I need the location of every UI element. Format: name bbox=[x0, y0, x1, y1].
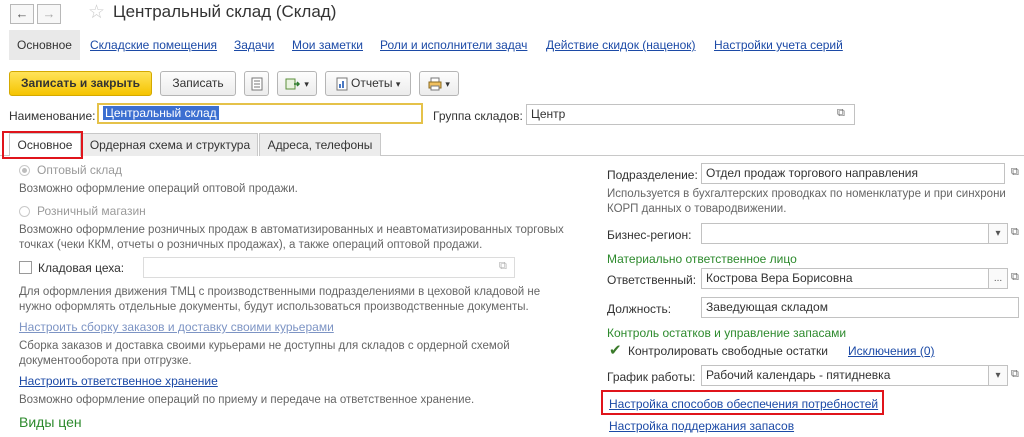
division-value: Отдел продаж торгового направления bbox=[706, 166, 918, 180]
open-icon[interactable]: ⧉ bbox=[1011, 271, 1019, 284]
tab-addresses[interactable]: Адреса, телефоны bbox=[259, 133, 381, 156]
checkmark-icon[interactable]: ✔ bbox=[609, 341, 622, 359]
chevron-down-icon: ▾ bbox=[304, 79, 309, 89]
courier-hint-2: документооборота при отгрузке. bbox=[19, 355, 192, 367]
courier-hint-1: Сборка заказов и доставка своими курьера… bbox=[19, 340, 510, 352]
price-types-title: Виды цен bbox=[19, 414, 82, 430]
shop-store-hint-1: Для оформления движения ТМЦ с производст… bbox=[19, 286, 541, 298]
forward-arrow-icon: → bbox=[42, 6, 56, 21]
stock-support-link[interactable]: Настройка поддержания запасов bbox=[609, 419, 794, 433]
wholesale-radio[interactable] bbox=[19, 165, 30, 176]
mol-title: Материально ответственное лицо bbox=[607, 252, 797, 266]
save-button[interactable]: Записать bbox=[160, 71, 236, 96]
group-value: Центр bbox=[531, 107, 566, 121]
tab-storage-rooms[interactable]: Складские помещения bbox=[90, 38, 217, 52]
open-icon[interactable]: ⧉ bbox=[499, 260, 507, 273]
custody-settings-link[interactable]: Настроить ответственное хранение bbox=[19, 374, 218, 388]
responsible-select-button[interactable]: ... bbox=[988, 268, 1008, 289]
position-field[interactable]: Заведующая складом bbox=[701, 297, 1019, 318]
retail-hint-2: точках (чеки ККМ, отчеты о розничных про… bbox=[19, 239, 483, 251]
responsible-value: Кострова Вера Борисовна bbox=[706, 271, 853, 285]
responsible-field[interactable]: Кострова Вера Борисовна bbox=[701, 268, 989, 289]
region-field[interactable] bbox=[701, 223, 989, 244]
stock-control-title: Контроль остатков и управление запасами bbox=[607, 326, 847, 340]
reports-button[interactable]: Отчеты ▾ bbox=[325, 71, 411, 96]
tab-discounts[interactable]: Действие скидок (наценок) bbox=[546, 38, 696, 52]
tabs-baseline bbox=[381, 155, 1024, 156]
schedule-value: Рабочий календарь - пятидневка bbox=[706, 368, 891, 382]
create-based-on-button[interactable]: ▾ bbox=[277, 71, 317, 96]
tab-serial-settings[interactable]: Настройки учета серий bbox=[714, 38, 843, 52]
schedule-dropdown-button[interactable]: ▾ bbox=[988, 365, 1008, 386]
chevron-down-icon: ▾ bbox=[395, 79, 401, 89]
tab-main[interactable]: Основное bbox=[9, 30, 80, 60]
tab-tasks[interactable]: Задачи bbox=[234, 38, 274, 52]
open-icon[interactable]: ⧉ bbox=[1011, 226, 1019, 239]
create-based-on-icon bbox=[285, 78, 301, 90]
shop-store-label: Кладовая цеха: bbox=[38, 261, 125, 275]
page-title: Центральный склад (Склад) bbox=[113, 2, 337, 21]
back-button[interactable]: ← bbox=[10, 4, 34, 24]
save-and-close-button[interactable]: Записать и закрыть bbox=[9, 71, 152, 96]
wholesale-hint: Возможно оформление операций оптовой про… bbox=[19, 183, 298, 195]
region-dropdown-button[interactable]: ▾ bbox=[988, 223, 1008, 244]
courier-settings-link[interactable]: Настроить сборку заказов и доставку свои… bbox=[19, 320, 334, 334]
print-icon bbox=[428, 77, 442, 91]
back-arrow-icon: ← bbox=[15, 6, 29, 21]
print-button[interactable]: ▾ bbox=[419, 71, 459, 96]
name-label: Наименование: bbox=[9, 109, 96, 123]
schedule-label: График работы: bbox=[607, 370, 696, 384]
division-field[interactable]: Отдел продаж торгового направления bbox=[701, 163, 1005, 184]
shop-store-checkbox[interactable] bbox=[19, 261, 32, 274]
exceptions-link[interactable]: Исключения (0) bbox=[848, 344, 935, 358]
dots-icon: ... bbox=[993, 273, 1003, 284]
shop-store-hint-2: нужно оформлять отдельные документы, буд… bbox=[19, 301, 529, 313]
shop-store-field[interactable] bbox=[143, 257, 515, 278]
group-label: Группа складов: bbox=[433, 109, 523, 123]
position-value: Заведующая складом bbox=[706, 300, 828, 314]
list-icon bbox=[251, 77, 262, 91]
report-icon bbox=[336, 77, 348, 91]
position-label: Должность: bbox=[607, 302, 672, 316]
custody-hint: Возможно оформление операций по приему и… bbox=[19, 394, 475, 406]
tab-my-notes[interactable]: Мои заметки bbox=[292, 38, 363, 52]
tab-roles[interactable]: Роли и исполнители задач bbox=[380, 38, 527, 52]
document-list-button[interactable] bbox=[244, 71, 269, 96]
reports-label: Отчеты bbox=[350, 76, 393, 90]
open-icon[interactable]: ⧉ bbox=[837, 107, 845, 120]
name-field[interactable]: Центральный склад bbox=[97, 103, 423, 124]
group-field[interactable]: Центр bbox=[526, 104, 855, 125]
forward-button[interactable]: → bbox=[37, 4, 61, 24]
region-label: Бизнес-регион: bbox=[607, 228, 692, 242]
highlight-main-tab bbox=[2, 131, 83, 159]
division-label: Подразделение: bbox=[607, 168, 698, 182]
chevron-down-icon: ▾ bbox=[995, 370, 1001, 381]
schedule-field[interactable]: Рабочий календарь - пятидневка bbox=[701, 365, 989, 386]
open-icon[interactable]: ⧉ bbox=[1011, 368, 1019, 381]
responsible-label: Ответственный: bbox=[607, 273, 697, 287]
favorite-star-icon[interactable]: ☆ bbox=[88, 1, 105, 24]
division-hint-2: КОРП данных о товародвижении. bbox=[607, 203, 787, 215]
retail-radio[interactable] bbox=[19, 206, 30, 217]
chevron-down-icon: ▾ bbox=[995, 228, 1001, 239]
control-free-stock-label: Контролировать свободные остатки bbox=[628, 344, 829, 358]
division-hint-1: Используется в бухгалтерских проводках п… bbox=[607, 188, 1006, 200]
open-icon[interactable]: ⧉ bbox=[1011, 166, 1019, 179]
chevron-down-icon: ▾ bbox=[445, 79, 450, 89]
retail-label: Розничный магазин bbox=[37, 204, 146, 218]
highlight-needs-link bbox=[601, 390, 884, 415]
wholesale-label: Оптовый склад bbox=[37, 163, 122, 177]
retail-hint-1: Возможно оформление розничных продаж в а… bbox=[19, 224, 564, 236]
tab-order-scheme[interactable]: Ордерная схема и структура bbox=[82, 133, 258, 156]
name-value: Центральный склад bbox=[103, 106, 219, 120]
